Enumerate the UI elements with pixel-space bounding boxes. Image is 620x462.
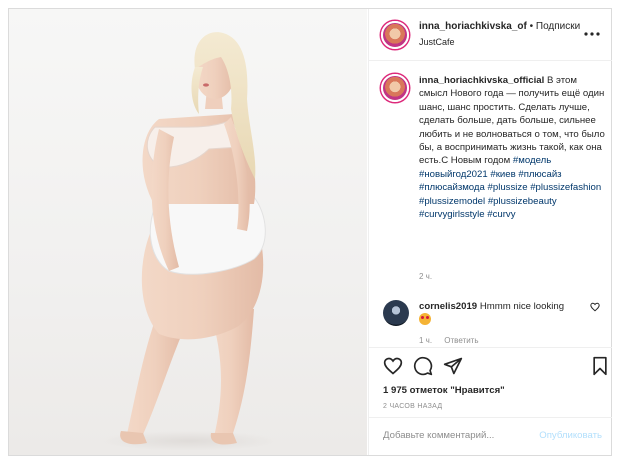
caption-body: В этом смысл Нового года — получить ещё … — [419, 75, 605, 167]
hashtag[interactable]: #плюсайзмода — [419, 182, 485, 193]
comment-time: 1 ч. — [419, 336, 433, 345]
hashtag[interactable]: #плюсайз — [518, 169, 561, 180]
small-heart-icon[interactable] — [590, 302, 600, 315]
author-line: inna_horiachkivska_of • Подписки — [419, 21, 580, 32]
caption-avatar[interactable] — [381, 74, 409, 102]
instagram-post: inna_horiachkivska_of • Подписки JustCaf… — [8, 8, 612, 456]
comment-body: Hmmm nice looking — [479, 301, 565, 312]
action-bar — [369, 347, 612, 383]
comment-input[interactable] — [383, 430, 533, 441]
hashtag[interactable]: #plussize — [488, 182, 528, 193]
hashtag[interactable]: #plussizefashion — [530, 182, 601, 193]
comment-text: cornelis2019 Hmmm nice looking — [419, 300, 589, 326]
comment-icon[interactable] — [413, 356, 435, 378]
caption-username[interactable]: inna_horiachkivska_official — [419, 75, 544, 86]
author-username[interactable]: inna_horiachkivska_of — [419, 21, 527, 32]
hashtag[interactable]: #plussizebeauty — [488, 196, 557, 207]
model-illustration — [99, 32, 279, 451]
caption-text: inna_horiachkivska_official В этом смысл… — [419, 74, 607, 221]
more-icon[interactable] — [584, 24, 600, 40]
hashtag[interactable]: #curvy — [487, 209, 515, 220]
hashtag[interactable]: #новыйгод2021 — [419, 169, 488, 180]
bookmark-icon[interactable] — [591, 356, 613, 378]
hashtag[interactable]: #plussizemodel — [419, 196, 485, 207]
hashtag[interactable]: #модель — [513, 155, 551, 166]
separator-dot: • — [529, 21, 534, 32]
comments-section: inna_horiachkivska_official В этом смысл… — [369, 62, 612, 347]
caption-time: 2 ч. — [419, 272, 433, 281]
commenter-username[interactable]: cornelis2019 — [419, 301, 477, 312]
follow-button[interactable]: Подписки — [536, 21, 580, 32]
share-icon[interactable] — [443, 356, 465, 378]
heart-icon[interactable] — [383, 356, 405, 378]
likes-count[interactable]: 1 975 отметок "Нравится" — [383, 385, 505, 396]
post-photo[interactable] — [9, 9, 367, 455]
reply-button[interactable]: Ответить — [444, 336, 478, 345]
author-avatar[interactable] — [381, 21, 409, 49]
add-comment-bar: Опубликовать — [369, 417, 612, 455]
post-sidebar: inna_horiachkivska_of • Подписки JustCaf… — [368, 9, 612, 455]
posted-time: 2 ЧАСОВ НАЗАД — [383, 403, 443, 410]
post-header: inna_horiachkivska_of • Подписки JustCaf… — [369, 9, 612, 61]
commenter-avatar[interactable] — [383, 300, 409, 326]
hashtag[interactable]: #киев — [490, 169, 515, 180]
post-comment-button[interactable]: Опубликовать — [539, 430, 602, 441]
hashtag[interactable]: #curvygirlsstyle — [419, 209, 485, 220]
heart-eyes-emoji-icon — [419, 313, 431, 326]
location-link[interactable]: JustCafe — [419, 37, 455, 47]
comment-meta: 1 ч. Ответить — [419, 336, 489, 345]
